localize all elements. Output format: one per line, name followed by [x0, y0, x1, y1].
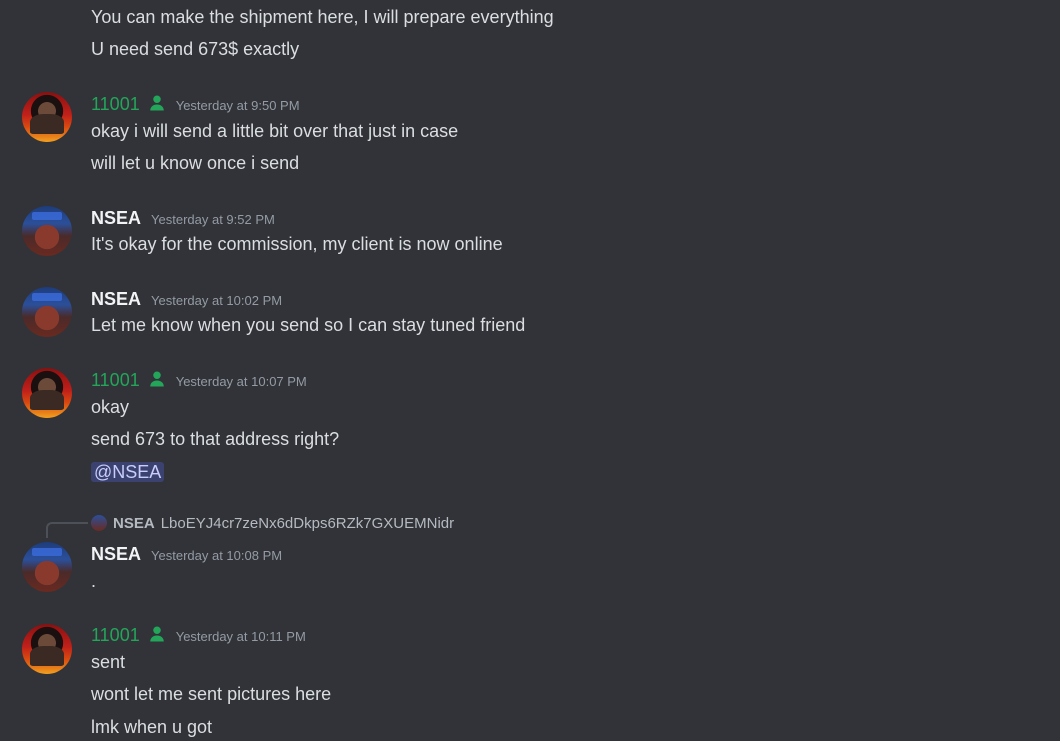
username[interactable]: 11001	[91, 92, 140, 116]
reply-avatar	[91, 515, 107, 531]
user-mention[interactable]: @NSEA	[91, 462, 165, 482]
message-line: lmk when u got	[91, 717, 213, 737]
timestamp[interactable]: Yesterday at 10:02 PM	[151, 293, 282, 308]
username[interactable]: NSEA	[91, 206, 141, 230]
message-line: will let u know once i send	[91, 153, 300, 173]
message-header: NSEA Yesterday at 10:02 PM	[91, 287, 282, 311]
reply-preview[interactable]: NSEA LboEYJ4cr7zeNx6dDkps6RZk7GXUEMNidr	[91, 512, 454, 534]
timestamp[interactable]: Yesterday at 10:07 PM	[176, 374, 307, 389]
message-header: 11001 Yesterday at 10:11 PM	[91, 623, 306, 647]
message-line: okay	[91, 397, 130, 417]
avatar[interactable]	[22, 624, 72, 674]
message-header: 11001 Yesterday at 9:50 PM	[91, 92, 300, 116]
message-line: okay i will send a little bit over that …	[91, 121, 459, 141]
avatar[interactable]	[22, 542, 72, 592]
avatar[interactable]	[22, 287, 72, 337]
avatar[interactable]	[22, 368, 72, 418]
reply-username[interactable]: NSEA	[113, 515, 155, 532]
person-icon	[149, 371, 164, 387]
avatar[interactable]	[22, 206, 72, 256]
message-line: Let me know when you send so I can stay …	[91, 315, 526, 335]
message-line: @NSEA	[91, 460, 165, 484]
message-header: NSEA Yesterday at 9:52 PM	[91, 206, 275, 230]
timestamp[interactable]: Yesterday at 9:52 PM	[151, 212, 275, 227]
message-line: .	[91, 571, 97, 591]
reply-connector	[46, 522, 88, 538]
message-header: 11001 Yesterday at 10:07 PM	[91, 368, 307, 392]
username[interactable]: NSEA	[91, 542, 141, 566]
reply-text[interactable]: LboEYJ4cr7zeNx6dDkps6RZk7GXUEMNidr	[161, 515, 454, 532]
username[interactable]: 11001	[91, 623, 140, 647]
message-line: It's okay for the commission, my client …	[91, 234, 503, 254]
person-icon	[149, 626, 164, 642]
message-line: You can make the shipment here, I will p…	[91, 7, 554, 27]
timestamp[interactable]: Yesterday at 9:50 PM	[176, 98, 300, 113]
message-line: U need send 673$ exactly	[91, 39, 300, 59]
message-line: send 673 to that address right?	[91, 429, 340, 449]
username[interactable]: NSEA	[91, 287, 141, 311]
person-icon	[149, 95, 164, 111]
timestamp[interactable]: Yesterday at 10:11 PM	[176, 629, 306, 644]
message-header: NSEA Yesterday at 10:08 PM	[91, 542, 282, 566]
avatar[interactable]	[22, 92, 72, 142]
message-line: wont let me sent pictures here	[91, 684, 332, 704]
message-line: sent	[91, 652, 126, 672]
username[interactable]: 11001	[91, 368, 140, 392]
timestamp[interactable]: Yesterday at 10:08 PM	[151, 548, 282, 563]
